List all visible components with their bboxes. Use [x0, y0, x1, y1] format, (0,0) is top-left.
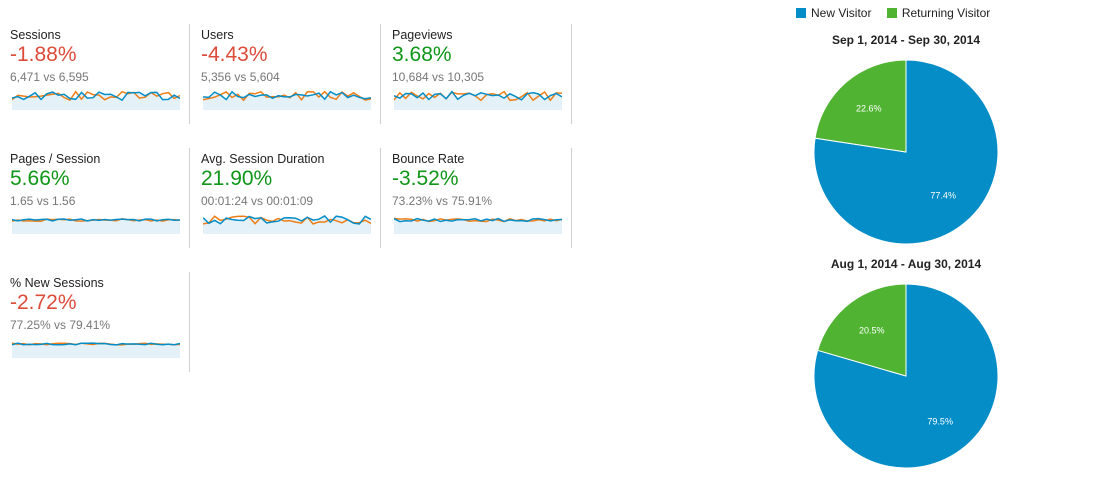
sparkline: [12, 90, 180, 110]
metric-comparison: 73.23% vs 75.91%: [392, 194, 493, 208]
metric-change: 5.66%: [10, 167, 70, 190]
sparkline-fill: [12, 343, 180, 358]
metric-bounce-rate[interactable]: Bounce Rate -3.52% 73.23% vs 75.91%: [392, 148, 572, 252]
metric-change: 3.68%: [392, 43, 452, 66]
metric-comparison: 10,684 vs 10,305: [392, 70, 485, 84]
metric-comparison: 77.25% vs 79.41%: [10, 318, 111, 332]
metric-sessions[interactable]: Sessions -1.88% 6,471 vs 6,595: [10, 24, 190, 128]
pie-slice-label: 79.5%: [927, 417, 953, 427]
legend-label: New Visitor: [811, 6, 872, 20]
sparkline: [203, 90, 371, 110]
metric-change: -4.43%: [201, 43, 268, 66]
metric-pages-per-session[interactable]: Pages / Session 5.66% 1.65 vs 1.56: [10, 148, 190, 252]
metric-comparison: 5,356 vs 5,604: [201, 70, 280, 84]
new-visitor-swatch: [796, 8, 806, 18]
metric-name: Pageviews: [392, 28, 453, 42]
metric-change: -1.88%: [10, 43, 77, 66]
divider: [189, 148, 190, 248]
sparkline: [394, 90, 562, 110]
metric-name: Avg. Session Duration: [201, 152, 325, 166]
legend-item-returning-visitor[interactable]: Returning Visitor: [886, 6, 991, 20]
legend-label: Returning Visitor: [901, 6, 991, 20]
metric-users[interactable]: Users -4.43% 5,356 vs 5,604: [201, 24, 381, 128]
pie-chart-aug: 79.5% 20.5%: [813, 283, 999, 469]
sparkline: [12, 342, 180, 358]
metric-comparison: 00:01:24 vs 00:01:09: [201, 194, 314, 208]
returning-visitor-swatch: [886, 8, 897, 18]
metric-name: Users: [201, 28, 234, 42]
pie-slice-label: 22.6%: [856, 104, 882, 114]
metric-comparison: 6,471 vs 6,595: [10, 70, 89, 84]
metric-name: Pages / Session: [10, 152, 101, 166]
metric-change: -3.52%: [392, 167, 459, 190]
metric-change: -2.72%: [10, 291, 77, 314]
metric-new-sessions[interactable]: % New Sessions -2.72% 77.25% vs 79.41%: [10, 272, 190, 376]
sparkline: [12, 218, 180, 234]
pie-title: Aug 1, 2014 - Aug 30, 2014: [830, 257, 982, 271]
divider: [189, 24, 190, 124]
pie-chart-sep: 77.4% 22.6%: [813, 59, 999, 245]
pie-slice-label: 20.5%: [859, 325, 885, 335]
metric-change: 21.90%: [201, 167, 273, 190]
divider: [571, 24, 572, 124]
sparkline: [203, 215, 371, 234]
sparkline: [394, 217, 562, 234]
divider: [571, 148, 572, 248]
metric-name: % New Sessions: [10, 276, 104, 290]
metric-pageviews[interactable]: Pageviews 3.68% 10,684 vs 10,305: [392, 24, 572, 128]
pie-title: Sep 1, 2014 - Sep 30, 2014: [831, 33, 981, 47]
metric-name: Sessions: [10, 28, 61, 42]
divider: [189, 272, 190, 372]
metric-name: Bounce Rate: [392, 152, 465, 166]
divider: [380, 148, 381, 248]
pie-slice-label: 77.4%: [930, 190, 956, 200]
divider: [380, 24, 381, 124]
legend-item-new-visitor[interactable]: New Visitor: [796, 6, 871, 20]
pie-legend: New Visitor Returning Visitor: [796, 6, 1002, 21]
metric-avg-session-duration[interactable]: Avg. Session Duration 21.90% 00:01:24 vs…: [201, 148, 381, 252]
metric-comparison: 1.65 vs 1.56: [10, 194, 76, 208]
